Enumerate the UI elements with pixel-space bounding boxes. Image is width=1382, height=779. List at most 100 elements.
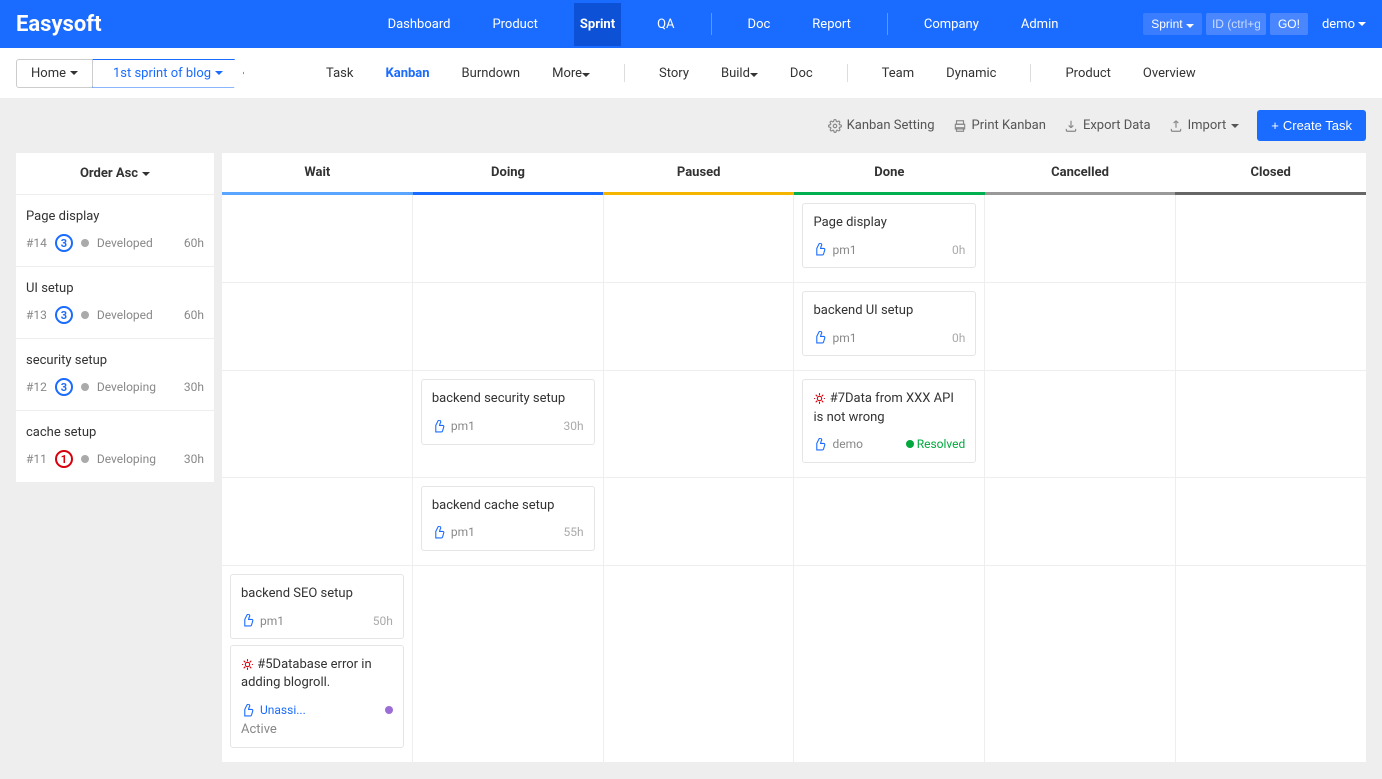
- scope-select[interactable]: Sprint: [1143, 13, 1202, 35]
- lane-cell-wait[interactable]: [222, 371, 413, 476]
- card-hours: 0h: [952, 243, 965, 257]
- kanban-card[interactable]: Page displaypm10h: [802, 203, 976, 268]
- nav-sprint[interactable]: Sprint: [574, 3, 621, 46]
- lane-cell-done[interactable]: [794, 478, 985, 565]
- lane-cell-closed[interactable]: [1176, 566, 1366, 762]
- lane-cell-done[interactable]: backend UI setuppm10h: [794, 283, 985, 370]
- kanban-card[interactable]: backend SEO setuppm150h: [230, 574, 404, 639]
- subnav-task[interactable]: Task: [324, 62, 355, 85]
- lane-cell-cancelled[interactable]: [985, 566, 1176, 762]
- lane-cell-done[interactable]: #7Data from XXX API is not wrong demo Res…: [794, 371, 985, 476]
- lane-cell-wait[interactable]: [222, 283, 413, 370]
- card-title: backend SEO setup: [241, 585, 393, 603]
- kanban-card[interactable]: #7Data from XXX API is not wrong demo Res…: [802, 379, 976, 462]
- nav-doc[interactable]: Doc: [742, 3, 777, 46]
- import-link[interactable]: Import: [1169, 118, 1240, 133]
- nav-company[interactable]: Company: [918, 3, 985, 46]
- lane-cell-wait[interactable]: [222, 478, 413, 565]
- lane-cell-closed[interactable]: [1176, 371, 1366, 476]
- kanban-card[interactable]: backend cache setuppm155h: [421, 486, 595, 551]
- nav-dashboard[interactable]: Dashboard: [382, 3, 457, 46]
- priority-badge: 3: [55, 378, 73, 396]
- story-status: Developed: [97, 236, 153, 250]
- card-footer: demo Resolved: [813, 437, 965, 452]
- lane-cell-cancelled[interactable]: [985, 478, 1176, 565]
- subnav-team[interactable]: Team: [880, 62, 917, 85]
- lane-cell-paused[interactable]: [604, 283, 795, 370]
- story-row[interactable]: cache setup#111Developing30h: [16, 411, 214, 483]
- lane-cell-doing[interactable]: [413, 283, 604, 370]
- lane-cell-cancelled[interactable]: [985, 195, 1176, 282]
- lane-row: backend SEO setuppm150h #5Database error…: [222, 566, 1366, 763]
- lane-cell-done[interactable]: Page displaypm10h: [794, 195, 985, 282]
- story-id: #12: [26, 380, 47, 394]
- kanban-setting-link[interactable]: Kanban Setting: [828, 118, 935, 133]
- subnav-product[interactable]: Product: [1063, 62, 1112, 85]
- subnav-dynamic[interactable]: Dynamic: [944, 62, 998, 85]
- subnav-story[interactable]: Story: [657, 62, 691, 85]
- breadcrumb-sprint[interactable]: 1st sprint of blog: [92, 59, 244, 88]
- lane-cell-doing[interactable]: [413, 195, 604, 282]
- subnav-doc[interactable]: Doc: [788, 62, 815, 85]
- lane-cell-cancelled[interactable]: [985, 283, 1176, 370]
- story-id: #14: [26, 236, 47, 250]
- status-dot: [81, 383, 89, 391]
- sort-button[interactable]: Order Asc: [16, 153, 214, 195]
- lanes: Wait Doing Paused Done Cancelled Closed …: [222, 153, 1366, 763]
- lane-cell-closed[interactable]: [1176, 478, 1366, 565]
- lane-cell-closed[interactable]: [1176, 283, 1366, 370]
- top-right: Sprint GO! demo: [1143, 13, 1366, 35]
- kanban-card[interactable]: backend UI setuppm10h: [802, 291, 976, 356]
- lane-cell-paused[interactable]: [604, 478, 795, 565]
- search-input[interactable]: [1206, 13, 1266, 35]
- lane-cell-paused[interactable]: [604, 566, 795, 762]
- lane-cell-done[interactable]: [794, 566, 985, 762]
- lane-cell-wait[interactable]: [222, 195, 413, 282]
- sub-menu: Task Kanban Burndown More Story Build Do…: [324, 62, 1198, 85]
- lane-row: Page displaypm10h: [222, 195, 1366, 283]
- lane-cell-cancelled[interactable]: [985, 371, 1176, 476]
- story-meta: #123Developing30h: [26, 378, 204, 396]
- go-button[interactable]: GO!: [1270, 13, 1308, 35]
- lane-cell-doing[interactable]: backend cache setuppm155h: [413, 478, 604, 565]
- print-link[interactable]: Print Kanban: [953, 118, 1046, 133]
- top-menu: Dashboard Product Sprint QA Doc Report C…: [382, 3, 1144, 46]
- story-status: Developing: [97, 452, 156, 466]
- subnav-more[interactable]: More: [550, 62, 592, 85]
- subnav-build[interactable]: Build: [719, 62, 760, 85]
- kanban-card[interactable]: #5Database error in adding blogroll.Unas…: [230, 645, 404, 747]
- story-row[interactable]: security setup#123Developing30h: [16, 339, 214, 411]
- nav-product[interactable]: Product: [486, 3, 543, 46]
- nav-qa[interactable]: QA: [651, 3, 680, 46]
- lane-cell-doing[interactable]: backend security setuppm130h: [413, 371, 604, 476]
- story-row[interactable]: Page display#143Developed60h: [16, 195, 214, 267]
- lane-cell-doing[interactable]: [413, 566, 604, 762]
- nav-admin[interactable]: Admin: [1015, 3, 1065, 46]
- story-hours: 60h: [184, 236, 204, 250]
- chevron-down-icon: [70, 71, 78, 75]
- subnav-overview[interactable]: Overview: [1141, 62, 1198, 85]
- create-task-button[interactable]: +Create Task: [1257, 110, 1366, 141]
- lane-cell-wait[interactable]: backend SEO setuppm150h #5Database error…: [222, 566, 413, 762]
- subnav-burndown[interactable]: Burndown: [460, 62, 523, 85]
- card-status: Resolved: [906, 437, 966, 451]
- breadcrumb-home[interactable]: Home: [16, 59, 93, 88]
- export-link[interactable]: Export Data: [1064, 118, 1151, 133]
- card-title: backend security setup: [432, 390, 584, 408]
- nav-report[interactable]: Report: [806, 3, 857, 46]
- user-menu[interactable]: demo: [1322, 17, 1366, 32]
- lane-cell-paused[interactable]: [604, 195, 795, 282]
- kanban-card[interactable]: backend security setuppm130h: [421, 379, 595, 444]
- thumb-icon: [813, 330, 826, 345]
- card-title: #7Data from XXX API is not wrong: [813, 390, 965, 426]
- lane-headers: Wait Doing Paused Done Cancelled Closed: [222, 153, 1366, 195]
- bug-icon: [241, 657, 254, 672]
- subnav-kanban[interactable]: Kanban: [383, 62, 431, 85]
- card-user: demo: [832, 437, 863, 451]
- lane-cell-closed[interactable]: [1176, 195, 1366, 282]
- story-row[interactable]: UI setup#133Developed60h: [16, 267, 214, 339]
- thumb-icon: [241, 613, 254, 628]
- story-status: Developed: [97, 308, 153, 322]
- lane-cell-paused[interactable]: [604, 371, 795, 476]
- card-user: pm1: [451, 419, 475, 433]
